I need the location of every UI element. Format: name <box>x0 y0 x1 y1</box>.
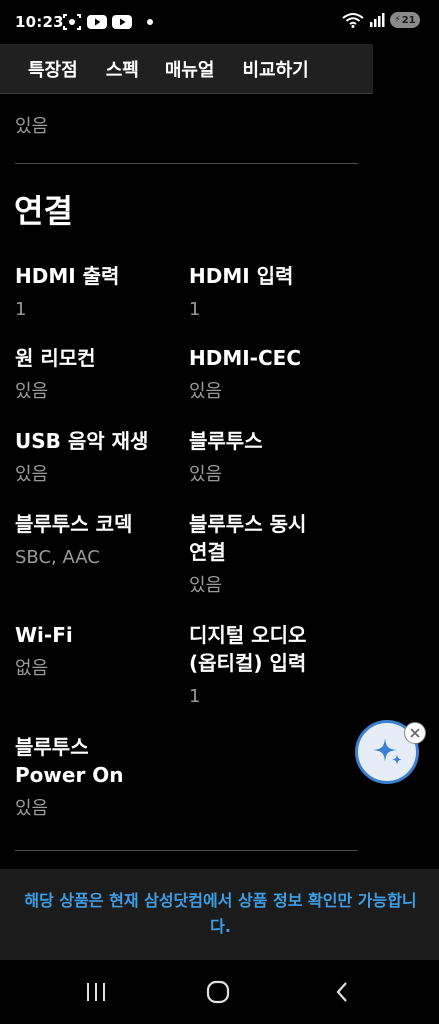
spec-hdmi-cec: HDMI-CEC 있음 <box>189 344 364 404</box>
charging-icon: ⚡ <box>394 15 401 25</box>
youtube-icon <box>87 15 107 29</box>
spec-label-line2: Power On <box>15 763 124 787</box>
sparkle-icon <box>373 738 402 765</box>
spec-usb-music: USB 음악 재생 있음 <box>15 427 190 487</box>
recent-apps-button[interactable] <box>76 976 116 1008</box>
screenshot-icon <box>63 14 81 30</box>
spec-wifi: Wi-Fi 없음 <box>15 621 190 681</box>
youtube-icon <box>112 15 132 29</box>
spec-value: 1 <box>15 299 27 320</box>
notice-text: 해당 상품은 현재 삼성닷컴에서 상품 정보 확인만 가능합니다. <box>24 891 417 936</box>
home-icon <box>206 980 230 1004</box>
spec-value: 있음 <box>15 464 49 485</box>
spec-bluetooth-multi-connect: 블루투스 동시 연결 있음 <box>189 510 364 598</box>
spec-label-line2: 연결 <box>189 540 226 564</box>
spec-value: 있음 <box>189 575 223 596</box>
spec-label-line1: 블루투스 동시 <box>189 512 307 536</box>
spec-label: USB 음악 재생 <box>15 429 149 453</box>
status-time: 10:23 <box>15 13 64 31</box>
spec-label: Wi-Fi <box>15 623 73 647</box>
spec-value: 1 <box>189 686 201 707</box>
close-icon <box>410 728 420 738</box>
spec-value: 있음 <box>189 381 223 402</box>
tab-features[interactable]: 특장점 <box>28 56 78 82</box>
back-button[interactable] <box>322 976 362 1008</box>
spec-bluetooth-codec: 블루투스 코덱 SBC, AAC <box>15 510 190 570</box>
system-navigation-bar <box>0 960 439 1024</box>
spec-label: 블루투스 <box>189 429 263 453</box>
home-button[interactable] <box>198 976 238 1008</box>
section-divider <box>15 850 358 851</box>
signal-icon <box>370 13 385 27</box>
spec-label: 블루투스 코덱 <box>15 512 133 536</box>
spec-bluetooth: 블루투스 있음 <box>189 427 364 487</box>
availability-notice: 해당 상품은 현재 삼성닷컴에서 상품 정보 확인만 가능합니다. <box>0 869 439 960</box>
battery-level: 21 <box>401 14 416 26</box>
spec-label: HDMI 출력 <box>15 264 120 288</box>
battery-indicator: ⚡ 21 <box>390 12 420 28</box>
back-icon <box>336 982 347 1002</box>
spec-label-line1: 블루투스 <box>15 735 89 759</box>
tab-compare[interactable]: 비교하기 <box>243 56 309 82</box>
spec-value: 있음 <box>15 798 49 819</box>
spec-label: 원 리모컨 <box>15 346 96 370</box>
spec-value: 있음 <box>15 381 49 402</box>
spec-digital-audio-in: 디지털 오디오 (옵티컬) 입력 1 <box>189 621 364 709</box>
spec-value: 있음 <box>189 464 223 485</box>
tab-specs[interactable]: 스펙 <box>106 56 139 82</box>
spec-bluetooth-power-on: 블루투스 Power On 있음 <box>15 733 190 821</box>
spec-label: HDMI-CEC <box>189 346 302 370</box>
ai-assistant-close-button[interactable] <box>404 722 426 744</box>
tab-manual[interactable]: 매뉴얼 <box>165 56 215 82</box>
section-divider <box>15 163 358 164</box>
more-notifications-dot <box>147 19 153 25</box>
spec-hdmi-in: HDMI 입력 1 <box>189 262 364 322</box>
system-icons: ⚡ 21 <box>342 12 420 28</box>
spec-value: 없음 <box>15 658 49 679</box>
status-bar: 10:23 ⚡ 21 <box>0 0 439 44</box>
spec-label-line1: 디지털 오디오 <box>189 623 307 647</box>
spec-one-remote: 원 리모컨 있음 <box>15 344 190 404</box>
spec-label-line2: (옵티컬) 입력 <box>189 651 307 675</box>
spec-value: 1 <box>189 299 201 320</box>
spec-value: SBC, AAC <box>15 547 100 568</box>
wifi-icon <box>342 13 364 28</box>
spec-label: HDMI 입력 <box>189 264 294 288</box>
notification-icons <box>62 13 153 31</box>
previous-spec-value: 있음 <box>15 116 49 137</box>
product-tab-bar: 특장점 스펙 매뉴얼 비교하기 <box>0 44 373 94</box>
section-title-connection: 연결 <box>14 192 73 230</box>
spec-hdmi-out: HDMI 출력 1 <box>15 262 190 322</box>
recent-apps-icon <box>87 983 105 1001</box>
